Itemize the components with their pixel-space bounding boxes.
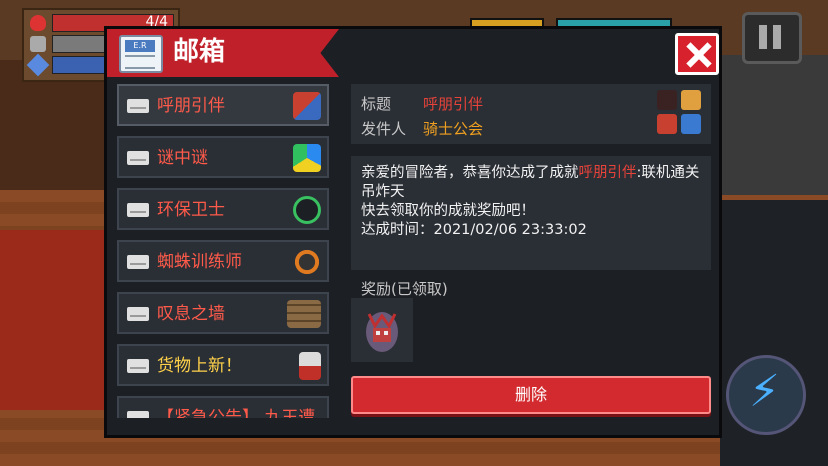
wall-icon	[287, 300, 321, 328]
mail-item[interactable]: 叹息之墙	[117, 292, 329, 334]
envelope-icon	[127, 411, 149, 418]
achievement-avatars-icon	[657, 90, 703, 138]
sender-label: 发件人	[361, 120, 407, 138]
lightning-icon: ⚡	[749, 366, 780, 417]
heart-icon	[30, 15, 46, 31]
shield-icon	[30, 36, 46, 52]
puzzle-icon	[293, 144, 321, 172]
recycle-icon	[293, 196, 321, 224]
mail-item[interactable]: 【紧急公告】 九王遭	[117, 396, 329, 418]
mail-item-label: 叹息之墙	[157, 304, 225, 324]
wall-right	[720, 55, 828, 195]
body-line2: 快去领取你的成就奖励吧！	[361, 203, 535, 219]
envelope-icon	[127, 359, 149, 373]
merchant-icon	[299, 352, 321, 380]
energy-crystal-icon	[26, 53, 50, 77]
body-prefix: 亲爱的冒险者，恭喜你达成了成就	[361, 165, 579, 181]
mail-item[interactable]: 谜中谜	[117, 136, 329, 178]
reward-item[interactable]	[351, 298, 413, 362]
close-button[interactable]	[675, 33, 719, 75]
mail-item-label: 呼朋引伴	[157, 96, 225, 116]
mail-body: 亲爱的冒险者，恭喜你达成了成就呼朋引伴:联机通关吊炸天 快去领取你的成就奖励吧！…	[351, 156, 711, 270]
subject-value: 呼朋引伴	[423, 95, 484, 113]
skill-button[interactable]: ⚡	[726, 355, 806, 435]
envelope-icon	[127, 203, 149, 217]
pause-button[interactable]	[742, 12, 802, 64]
envelope-lines	[125, 55, 155, 69]
mail-item[interactable]: 货物上新！	[117, 344, 329, 386]
rug	[0, 230, 110, 410]
envelope-icon	[127, 255, 149, 269]
mail-list[interactable]: 呼朋引伴 谜中谜 环保卫士 蜘蛛训练师 叹息之墙 货物上新！ 【紧急公告】 九王…	[117, 84, 339, 418]
envelope-icon	[127, 151, 149, 165]
spider-icon	[293, 248, 321, 276]
mailbox-window: E.R 邮箱 呼朋引伴 谜中谜 环保卫士 蜘蛛训练师 叹息之墙 货物上新！ 【紧…	[104, 26, 722, 438]
envelope-icon	[127, 307, 149, 321]
mailbox-title: 邮箱	[173, 37, 226, 67]
body-highlight: 呼朋引伴	[578, 165, 637, 181]
mail-item-label: 环保卫士	[157, 200, 225, 220]
mail-meta: 标题 呼朋引伴 发件人 骑士公会	[351, 84, 711, 144]
mail-envelope-icon: E.R	[119, 35, 163, 73]
pause-icon	[759, 25, 767, 49]
sender-value: 骑士公会	[423, 120, 484, 138]
mail-item[interactable]: 呼朋引伴	[117, 84, 329, 126]
reward-label: 奖励(已领取)	[361, 280, 448, 298]
envelope-icon	[127, 99, 149, 113]
mail-item[interactable]: 蜘蛛训练师	[117, 240, 329, 282]
mail-stamp: E.R	[125, 40, 155, 52]
mail-item-label: 谜中谜	[157, 148, 208, 168]
avatars-icon	[293, 92, 321, 120]
reward-mask-icon	[366, 312, 398, 352]
mail-item-label: 货物上新！	[157, 356, 242, 376]
subject-label: 标题	[361, 95, 392, 113]
body-line3: 达成时间：2021/02/06 23:33:02	[361, 222, 587, 238]
pause-icon	[773, 25, 781, 49]
mail-item-label: 蜘蛛训练师	[157, 252, 242, 272]
mail-item-label: 【紧急公告】 九王遭	[157, 408, 316, 418]
mail-item[interactable]: 环保卫士	[117, 188, 329, 230]
delete-button[interactable]: 删除	[351, 376, 711, 414]
